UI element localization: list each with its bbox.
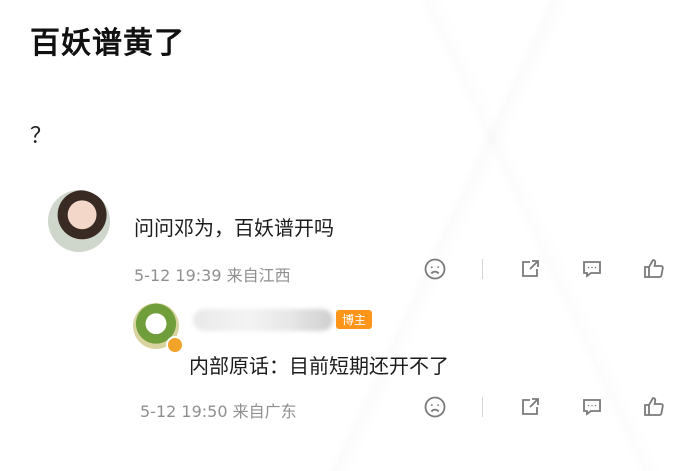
action-divider (482, 259, 483, 279)
post-title: 百妖谱黄了 (30, 26, 185, 61)
blurred-username[interactable] (193, 309, 333, 331)
reply-actions (422, 394, 667, 420)
comment-actions (422, 256, 667, 282)
like-icon[interactable] (641, 256, 667, 282)
reply-text: 内部原话：目前短期还开不了 (189, 354, 449, 378)
post-body: ？ (30, 124, 53, 149)
comment-text: 问问邓为，百妖谱开吗 (134, 216, 334, 240)
comment-time: 5-12 19:39 (134, 266, 222, 285)
dislike-face-icon[interactable] (422, 256, 448, 282)
verified-badge-icon (166, 336, 184, 354)
reply-time: 5-12 19:50 (140, 402, 228, 421)
share-icon[interactable] (517, 256, 543, 282)
comment-meta: 5-12 19:39 来自江西 (134, 262, 291, 286)
author-badge: 博主 (336, 310, 373, 329)
share-icon[interactable] (517, 394, 543, 420)
reply-location: 来自广东 (232, 402, 297, 421)
reply-meta: 5-12 19:50 来自广东 (140, 398, 297, 422)
avatar[interactable] (48, 190, 110, 252)
dislike-face-icon[interactable] (422, 394, 448, 420)
comment-icon[interactable] (579, 256, 605, 282)
action-divider (482, 397, 483, 417)
comment-location: 来自江西 (226, 266, 291, 285)
like-icon[interactable] (641, 394, 667, 420)
comment-icon[interactable] (579, 394, 605, 420)
